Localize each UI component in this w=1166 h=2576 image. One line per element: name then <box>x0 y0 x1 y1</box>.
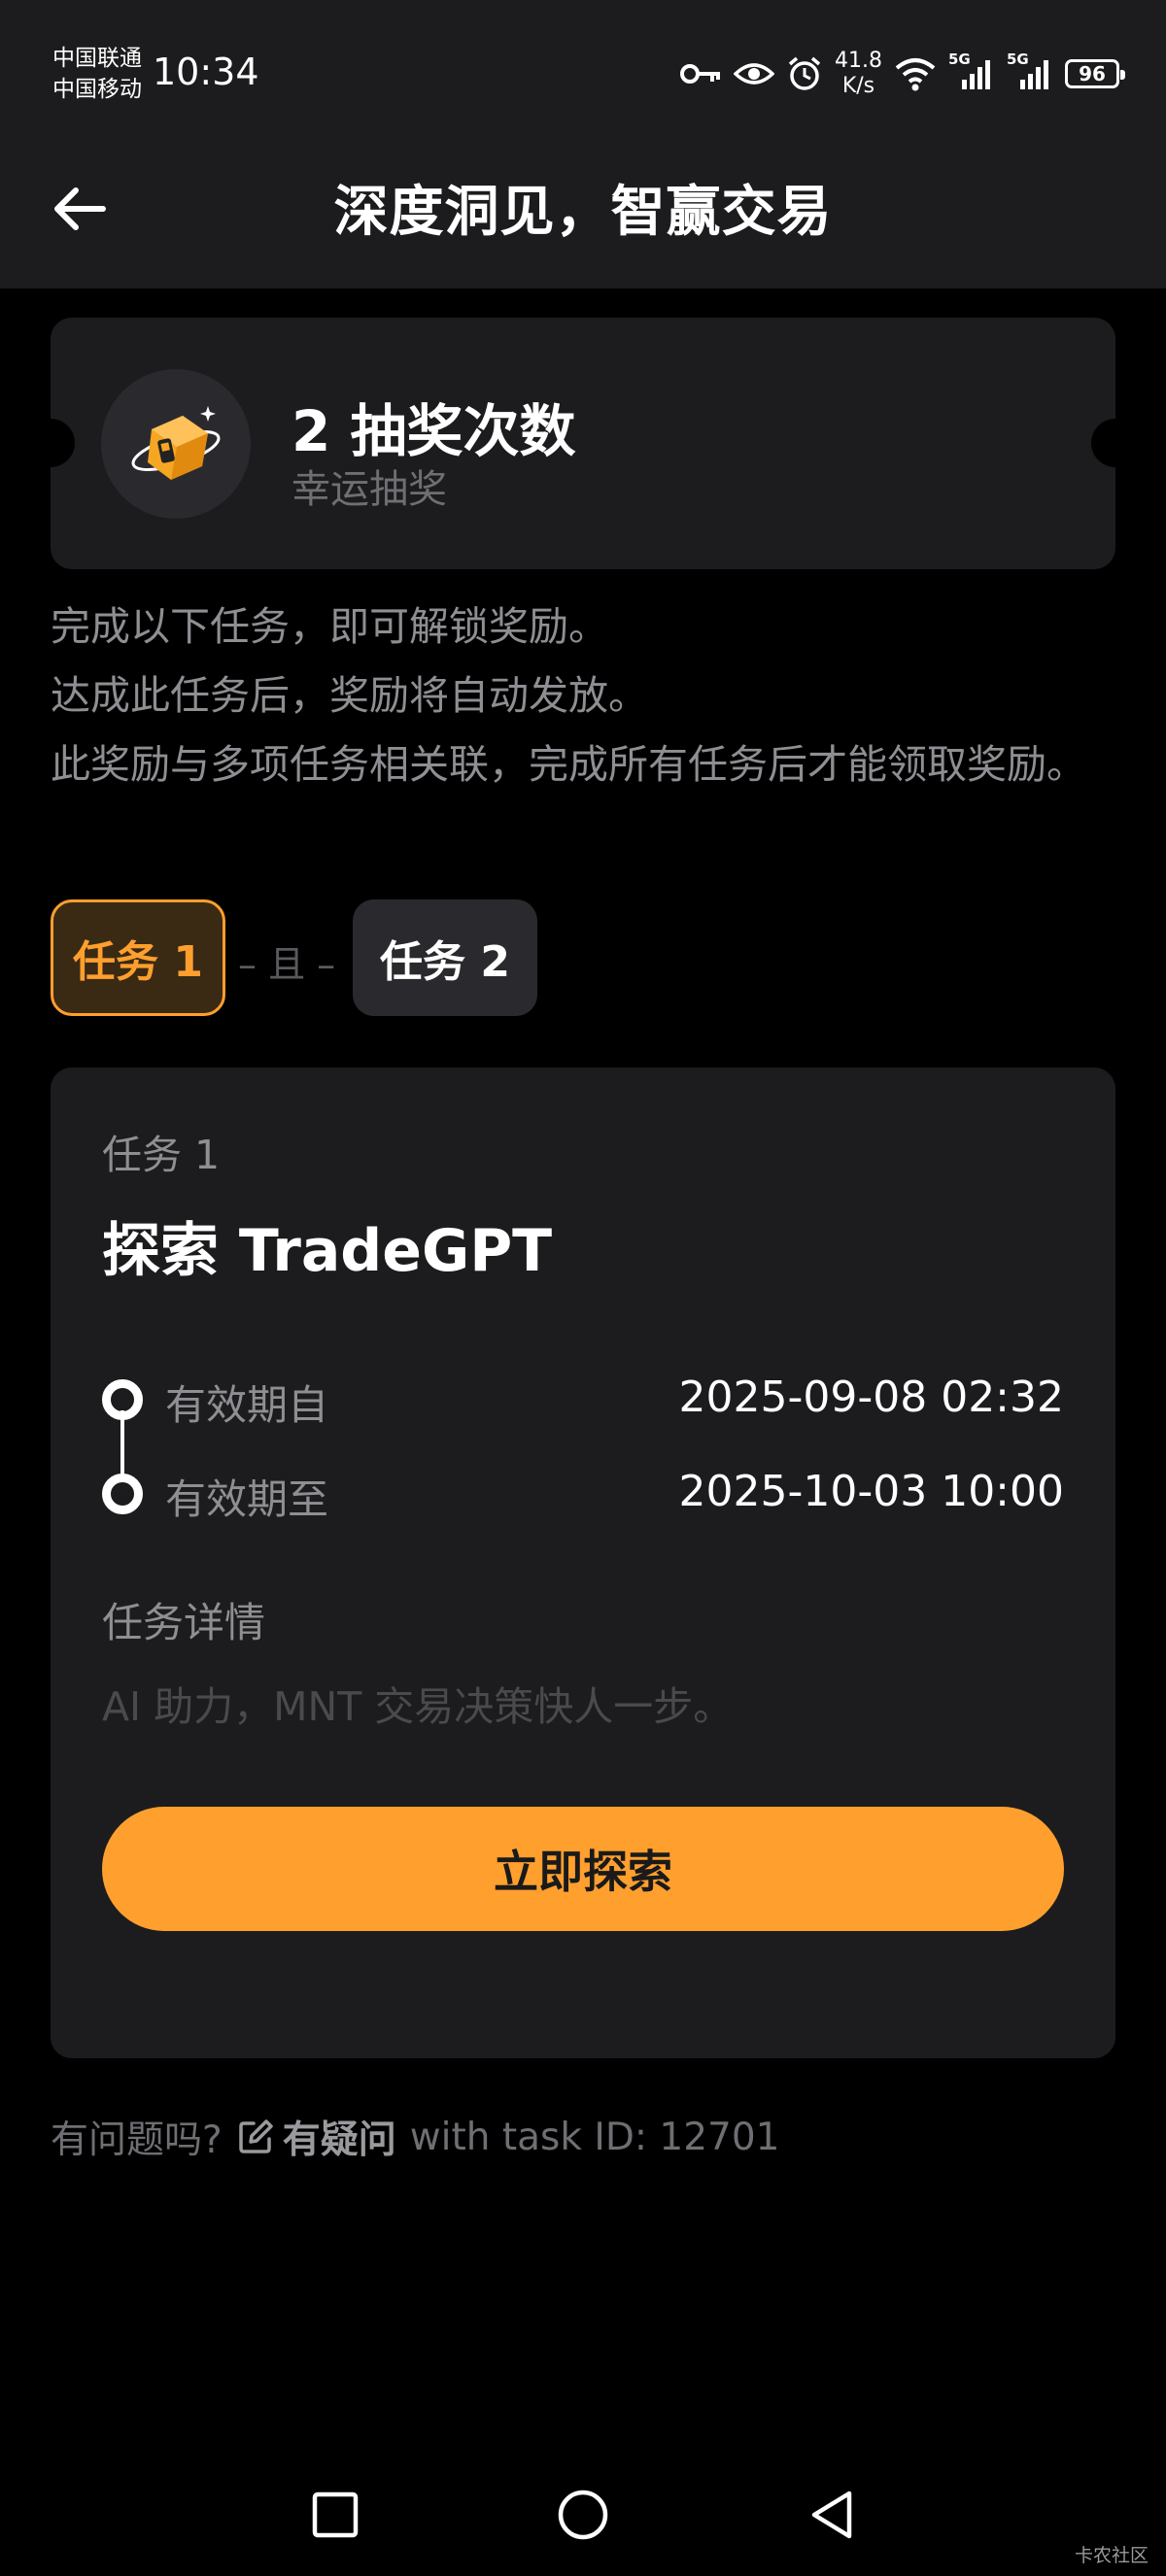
clock: 10:34 <box>153 51 259 93</box>
tab-connector: – 且 – <box>238 943 336 986</box>
alarm-icon <box>788 56 821 90</box>
help-question: 有问题吗? <box>51 2118 223 2162</box>
net-speed-value: 41.8 <box>835 49 882 73</box>
carrier-1: 中国联通 <box>52 46 142 71</box>
tab-task-2[interactable]: 任务 2 <box>353 899 537 1016</box>
description-line-2: 达成此任务后，奖励将自动发放。 <box>51 672 648 719</box>
valid-from-value: 2025-09-08 02:32 <box>678 1373 1065 1422</box>
help-link-label: 有疑问 <box>282 2118 396 2162</box>
home-button[interactable] <box>549 2481 617 2549</box>
task-card: 任务 1 探索 TradeGPT 有效期自 2025-09-08 02:32 有… <box>51 1068 1115 2058</box>
valid-to-value: 2025-10-03 10:00 <box>678 1467 1065 1516</box>
task-id-text: with task ID: 12701 <box>409 2115 780 2159</box>
signal-1: 5G <box>948 51 995 93</box>
watermark: 卡农社区 <box>1074 2545 1149 2566</box>
system-nav-bar: 卡农社区 <box>0 2448 1166 2576</box>
wifi-icon <box>895 58 936 91</box>
page-title: 深度洞见，智赢交易 <box>333 181 833 244</box>
help-line: 有问题吗? 有疑问 with task ID: 12701 <box>51 2110 779 2164</box>
signal-2: 5G <box>1007 51 1053 93</box>
net-speed: 41.8 K/s <box>835 49 882 99</box>
reward-subtitle: 幸运抽奖 <box>292 467 447 512</box>
tab-task-1[interactable]: 任务 1 <box>51 899 225 1016</box>
status-bar: 中国联通 中国移动 10:34 41.8 K/s 5G 5G 96 <box>0 0 1166 141</box>
recent-apps-button[interactable] <box>301 2481 369 2549</box>
signal-icon <box>1020 60 1048 89</box>
carrier-2: 中国移动 <box>52 77 142 102</box>
battery-icon: 96 <box>1065 59 1125 88</box>
battery-level: 96 <box>1079 62 1106 85</box>
reward-icon-container <box>101 369 251 519</box>
task-label: 任务 1 <box>102 1132 221 1178</box>
square-recent-icon <box>312 2491 359 2538</box>
key-icon <box>680 64 721 84</box>
reward-count: 2 抽奖次数 <box>292 398 576 464</box>
task-detail-text: AI 助力，MNT 交易决策快人一步。 <box>102 1683 734 1730</box>
eye-icon <box>734 63 775 85</box>
explore-now-button[interactable]: 立即探索 <box>102 1807 1064 1931</box>
back-nav-button[interactable] <box>797 2481 865 2549</box>
ticket-notch-left <box>26 419 75 467</box>
signal-icon <box>962 60 990 89</box>
carrier-info: 中国联通 中国移动 <box>52 43 142 105</box>
description-line-3: 此奖励与多项任务相关联，完成所有任务后才能领取奖励。 <box>51 741 1086 788</box>
lucky-box-icon <box>131 406 221 480</box>
edit-icon <box>238 2119 273 2153</box>
page: 中国联通 中国移动 10:34 41.8 K/s 5G 5G 96 深度洞见，智… <box>0 0 1166 2576</box>
status-icons: 41.8 K/s 5G 5G 96 <box>679 45 1125 103</box>
description-line-1: 完成以下任务，即可解锁奖励。 <box>51 603 608 650</box>
net-speed-unit: K/s <box>841 74 875 98</box>
app-header: 深度洞见，智赢交易 <box>0 141 1166 288</box>
ticket-notch-right <box>1091 419 1140 467</box>
task-title: 探索 TradeGPT <box>102 1217 553 1285</box>
timeline-end-dot <box>102 1474 143 1514</box>
valid-from-label: 有效期自 <box>165 1381 329 1429</box>
triangle-back-icon <box>811 2491 852 2539</box>
circle-home-icon <box>558 2490 608 2540</box>
reward-card: 2 抽奖次数 幸运抽奖 <box>26 318 1140 569</box>
valid-to-label: 有效期至 <box>165 1475 329 1523</box>
help-link[interactable]: 有疑问 <box>236 2110 396 2164</box>
task-detail-title: 任务详情 <box>102 1599 266 1646</box>
